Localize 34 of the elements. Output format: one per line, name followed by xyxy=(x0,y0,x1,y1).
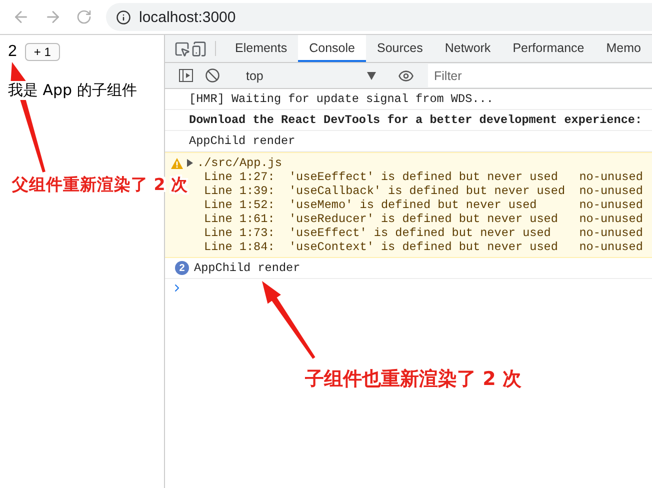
devtools-tab[interactable]: Network xyxy=(434,35,502,62)
warning-line: Line 1:73: 'useEffect' is defined but never used no-unused xyxy=(204,226,643,240)
warning-icon xyxy=(171,158,183,168)
annotation-text: 父组件重新渲染了 2 次 xyxy=(12,174,188,196)
dropdown-caret-icon xyxy=(367,72,376,80)
address-bar[interactable]: localhost:3000 xyxy=(106,3,652,31)
inspect-icon[interactable] xyxy=(174,40,190,56)
info-icon xyxy=(116,10,131,24)
context-select[interactable]: top xyxy=(242,68,376,82)
devtools-tab[interactable]: Elements xyxy=(224,35,298,62)
warning-line: Line 1:39: 'useCallback' is defined but never used no-unused xyxy=(204,184,643,198)
expand-triangle-icon[interactable] xyxy=(187,159,193,167)
device-toolbar-icon[interactable] xyxy=(190,40,207,56)
devtools-tab[interactable]: Sources xyxy=(366,35,434,62)
console-message: [HMR] Waiting for update signal from WDS... xyxy=(165,89,652,110)
child-component-text: 我是 App 的子组件 xyxy=(8,81,137,100)
filter-field[interactable]: Filter xyxy=(428,64,652,87)
warning-line: Line 1:61: 'useReducer' is defined but never used no-unused xyxy=(204,212,643,226)
console-message: AppChild render xyxy=(194,261,300,275)
repeat-count-badge: 2 xyxy=(175,261,189,275)
sidebar-toggle-icon[interactable] xyxy=(179,69,193,82)
annotation-text: 子组件也重新渲染了 2 次 xyxy=(305,367,522,392)
warning-line: Line 1:52: 'useMemo' is defined but never used no-unused xyxy=(204,198,643,212)
count-text: 2 xyxy=(8,43,17,61)
eye-icon[interactable] xyxy=(398,68,414,84)
clear-console-icon[interactable] xyxy=(204,68,220,83)
devtools-tab[interactable]: Memo xyxy=(595,35,652,62)
warning-line: Line 1:27: 'useEeffect' is defined but never used no-unused xyxy=(204,170,643,184)
warning-source[interactable]: ./src/App.js xyxy=(197,156,282,170)
console-message: Download the React DevTools for a better development experience: xyxy=(165,110,652,131)
increment-button[interactable]: + 1 xyxy=(24,43,60,61)
devtools-tab[interactable]: Performance xyxy=(502,35,596,62)
devtools-tab[interactable]: Console xyxy=(298,35,366,62)
warning-line: Line 1:84: 'useContext' is defined but never used no-unused xyxy=(204,240,643,254)
